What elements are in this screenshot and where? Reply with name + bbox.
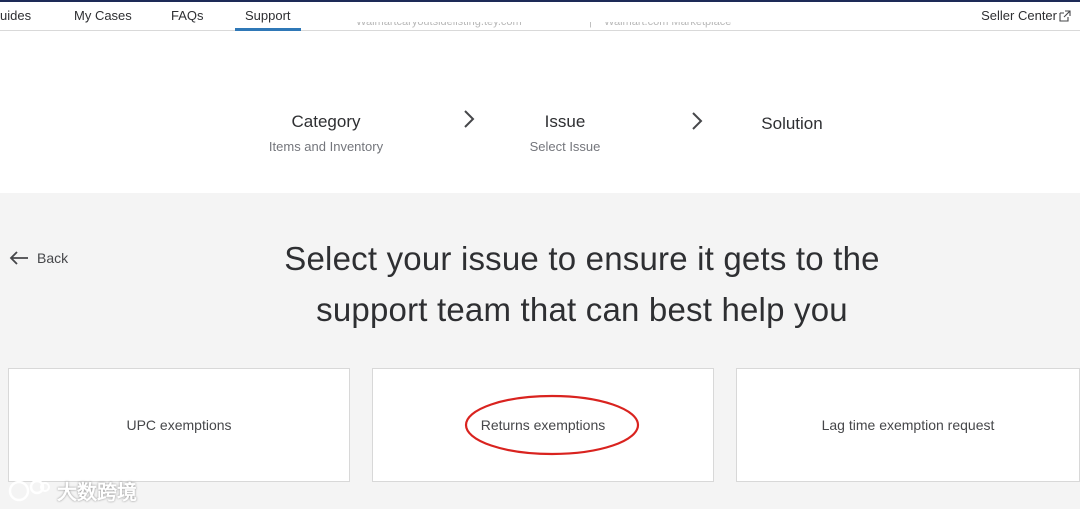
headline-line-2: support team that can best help you: [316, 291, 848, 328]
step-issue-subtitle: Select Issue: [529, 139, 601, 154]
page-headline: Select your issue to ensure it gets to t…: [232, 233, 932, 335]
watermark-icon: [8, 479, 50, 501]
watermark-logo: 大数跨境: [7, 476, 137, 505]
option-card-lag-time-exemption[interactable]: Lag time exemption request: [736, 368, 1080, 482]
back-label: Back: [37, 250, 69, 266]
step-category-title: Category: [291, 112, 361, 131]
step-solution-title: Solution: [761, 114, 823, 133]
highlight-ellipse-annotation: [464, 394, 640, 456]
option-label: UPC exemptions: [126, 417, 232, 433]
chevron-right-icon: [464, 110, 475, 128]
back-button[interactable]: Back: [9, 250, 68, 266]
watermark-text: 大数跨境: [57, 482, 137, 504]
arrow-left-icon: [9, 251, 28, 265]
progress-stepper: Category Items and Inventory Issue Selec…: [0, 0, 1080, 193]
option-label: Lag time exemption request: [821, 417, 995, 433]
step-category-subtitle: Items and Inventory: [268, 139, 384, 154]
chevron-right-icon: [692, 112, 703, 130]
headline-line-1: Select your issue to ensure it gets to t…: [284, 240, 880, 277]
option-card-upc-exemptions[interactable]: UPC exemptions: [8, 368, 350, 482]
step-issue-title: Issue: [544, 112, 586, 131]
